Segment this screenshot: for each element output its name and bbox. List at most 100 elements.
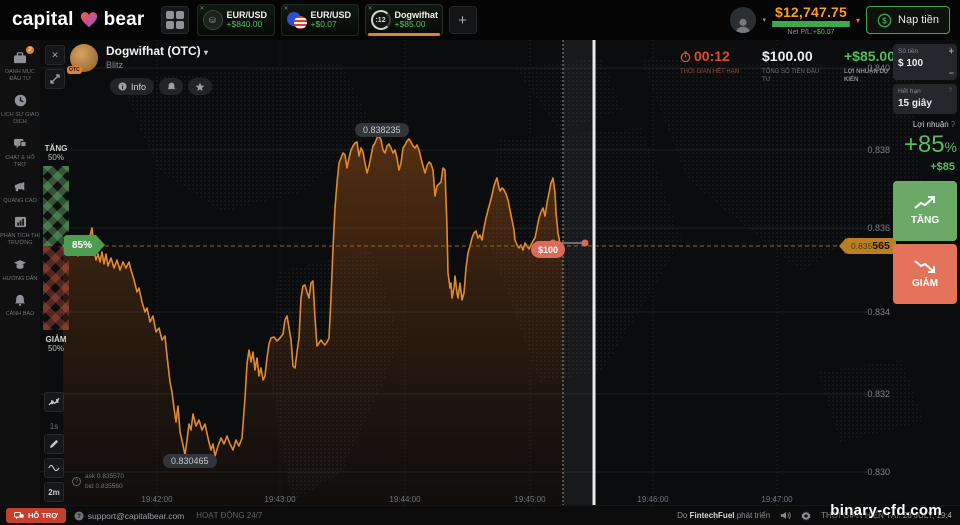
trade-stats: 00:12 THỜI GIAN HẾT HẠN $100.00 TỔNG SỐ … xyxy=(680,48,904,85)
amount-value[interactable]: $ 100 xyxy=(898,58,952,69)
deposit-button[interactable]: $ Nạp tiền xyxy=(866,6,950,34)
topbar: capital bear ✕ ⛁ EUR/USD +$840.00 ✕ EUR/… xyxy=(0,0,960,40)
high-price-label: 0.838235 xyxy=(355,123,409,137)
graduation-cap-icon xyxy=(13,257,27,273)
indicator-wave-icon xyxy=(48,464,60,472)
put-down-button[interactable]: GIẢM xyxy=(893,244,957,304)
megaphone-icon xyxy=(13,179,27,195)
amount-label: Số tiền xyxy=(898,48,919,55)
ask-bid-info: ? ask 0.835570 bid 0.835560 xyxy=(72,472,124,492)
sentiment-up-label: TĂNG xyxy=(44,144,68,153)
account-caret-icon[interactable]: ▾ xyxy=(762,16,766,24)
y-axis-tick: 0.830 xyxy=(867,467,890,477)
favorite-button[interactable] xyxy=(188,78,213,95)
support-email[interactable]: ? support@capitalbear.com xyxy=(74,511,184,521)
svg-text:$: $ xyxy=(882,16,887,25)
account-area: ▾ $12,747.75 Net P/L:+$0.07 ▾ $ Nạp tiền xyxy=(730,5,960,36)
close-tab-icon[interactable]: ✕ xyxy=(284,5,289,12)
invested-label: TỔNG SỐ TIỀN ĐẦU TƯ xyxy=(762,69,820,84)
briefcase-icon: 2 xyxy=(13,46,34,66)
asset-header[interactable]: OTC Dogwifhat (OTC) ▾ Blitz xyxy=(67,44,208,74)
countdown-label: THỜI GIAN HẾT HẠN xyxy=(680,69,740,75)
sentiment-down-label: GIẢM xyxy=(45,335,67,344)
brand-logo[interactable]: capital bear xyxy=(0,9,157,31)
price-series xyxy=(62,135,563,505)
tab-pnl: +$85.00 xyxy=(394,19,426,30)
draw-tools-button[interactable] xyxy=(44,434,64,454)
y-axis-tick: 0.838 xyxy=(867,145,890,155)
stake-pill: $100 xyxy=(531,241,566,258)
deposit-label: Nạp tiền xyxy=(898,14,939,26)
powered-by[interactable]: Do FintechFuel phát triển xyxy=(677,511,770,520)
low-price-label: 0.830465 xyxy=(163,454,217,468)
balance-block[interactable]: $12,747.75 Net P/L:+$0.07 xyxy=(772,5,850,36)
asset-grid-button[interactable] xyxy=(160,6,189,34)
close-icon: ✕ xyxy=(51,49,59,60)
chat-icon xyxy=(13,136,27,152)
sidebar-item-guides[interactable]: HƯỚNG DẪN xyxy=(0,257,40,283)
sidebar-item-alerts[interactable]: CẢNH BÁO xyxy=(0,292,40,318)
stopwatch-icon xyxy=(680,50,691,62)
pair-icon: ⛁ xyxy=(202,10,223,30)
close-tab-icon[interactable]: ✕ xyxy=(368,5,373,12)
sidebar-item-promotions[interactable]: QUẢNG CÁO xyxy=(0,179,40,205)
chart-area[interactable]: ✕ OTC Dogwifhat (OTC) ▾ Blitz i Info TĂN… xyxy=(40,40,960,505)
asset-caret-icon[interactable]: ▾ xyxy=(204,48,208,57)
add-tab-button[interactable]: + xyxy=(448,6,477,34)
balance-value: $12,747.75 xyxy=(774,3,848,20)
alerts-button[interactable] xyxy=(159,78,184,95)
tab-eurusd-1[interactable]: ✕ ⛁ EUR/USD +$840.00 xyxy=(196,4,275,36)
gear-icon[interactable] xyxy=(801,510,811,521)
payout-label: Lợi nhuận ʔ xyxy=(912,120,955,129)
bell-icon xyxy=(167,82,175,90)
sidebar-item-history[interactable]: LỊCH SỬ GIAO DỊCH xyxy=(0,93,40,127)
timeframe-button[interactable]: 2m xyxy=(44,482,64,502)
clock-icon xyxy=(14,93,27,109)
expiry-value[interactable]: 15 giây xyxy=(898,98,952,109)
trading-app: capital bear ✕ ⛁ EUR/USD +$840.00 ✕ EUR/… xyxy=(0,0,960,525)
indicators-button[interactable] xyxy=(44,458,64,478)
x-axis-tick: 19:42:00 xyxy=(141,495,173,504)
chart-type-button[interactable] xyxy=(44,392,64,412)
avatar[interactable] xyxy=(730,7,757,33)
resolution-small-label[interactable]: 1s xyxy=(44,416,64,436)
y-axis-tick: 0.832 xyxy=(867,389,890,399)
info-button[interactable]: i Info xyxy=(110,78,155,95)
countdown-ring-icon: :12 xyxy=(370,10,391,30)
help-icon: ? xyxy=(948,88,952,94)
sidebar-item-portfolio[interactable]: 2 DANH MỤC ĐẦU TƯ xyxy=(0,46,40,84)
tab-dogwifhat-active[interactable]: ✕ :12 Dogwifhat (O... +$85.00 xyxy=(364,4,443,36)
asset-subtitle: Blitz xyxy=(106,60,124,70)
current-price-tag: 0.835 565 xyxy=(839,238,896,254)
watermark: binary-cfd.com xyxy=(830,502,942,519)
pencil-icon xyxy=(49,439,59,449)
help-icon[interactable]: ? xyxy=(72,477,81,487)
amount-increase-button[interactable]: + xyxy=(949,46,954,56)
expand-chart-button[interactable] xyxy=(45,69,65,89)
heart-logo-icon xyxy=(80,12,97,28)
sidebar-item-chat-support[interactable]: CHAT & HỖ TRỢ xyxy=(0,136,40,170)
support-button[interactable]: HỖ TRỢ xyxy=(6,508,66,523)
call-up-button[interactable]: TĂNG xyxy=(893,181,957,241)
speaker-icon[interactable] xyxy=(780,511,791,520)
star-icon xyxy=(195,82,205,91)
sidebar-item-market-analysis[interactable]: PHÂN TÍCH THỊ TRƯỜNG xyxy=(0,214,40,248)
close-chart-button[interactable]: ✕ xyxy=(45,45,65,65)
amount-box[interactable]: Số tiền? $ 100 + − xyxy=(893,44,957,80)
chat-bubbles-icon xyxy=(14,511,24,519)
expiry-box[interactable]: Hết hạn? 15 giây xyxy=(893,84,957,114)
tab-eurusd-2[interactable]: ✕ EUR/USD +$0.07 xyxy=(280,4,359,36)
tab-pnl: +$0.07 xyxy=(310,19,337,30)
sentiment-up-chevrons xyxy=(43,166,69,246)
balance-caret-icon[interactable]: ▾ xyxy=(856,16,860,25)
sentiment-up-pct: 50% xyxy=(47,153,64,162)
deposit-dollar-icon: $ xyxy=(877,13,892,27)
amount-decrease-button[interactable]: − xyxy=(949,68,954,78)
person-icon xyxy=(736,18,751,33)
close-tab-icon[interactable]: ✕ xyxy=(200,5,205,12)
x-axis-tick: 19:47:00 xyxy=(761,495,793,504)
countdown-value: 00:12 xyxy=(680,48,740,64)
sidebar: 2 DANH MỤC ĐẦU TƯ LỊCH SỬ GIAO DỊCH CHAT… xyxy=(0,40,40,505)
x-axis-tick: 19:44:00 xyxy=(389,495,421,504)
x-axis-tick: 19:43:00 xyxy=(264,495,296,504)
